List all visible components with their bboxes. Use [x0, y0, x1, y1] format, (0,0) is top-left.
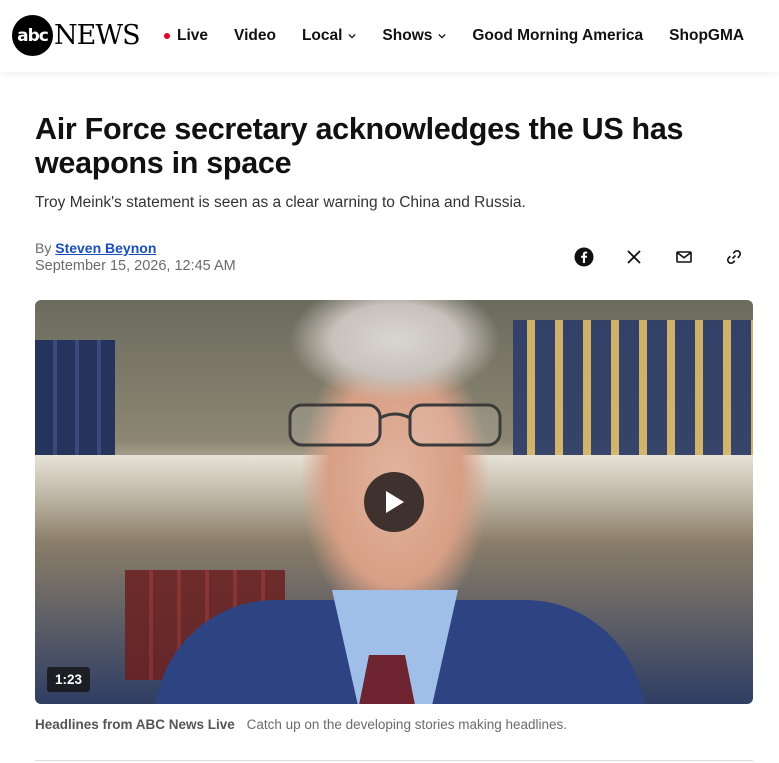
nav-item-label: Live: [177, 27, 209, 44]
site-header: abc NEWS Live Video Local Shows Good Mor…: [0, 0, 779, 72]
byline-prefix: By: [35, 240, 52, 256]
nav-item-label: Local: [301, 27, 343, 44]
share-email-button[interactable]: [673, 246, 695, 268]
nav-item-shopgma[interactable]: ShopGMA: [669, 27, 744, 45]
divider: [35, 760, 753, 761]
article-dek: Troy Meink's statement is seen as a clea…: [35, 194, 526, 211]
link-icon: [726, 249, 742, 265]
video-caption-text: Catch up on the developing stories makin…: [246, 717, 568, 732]
nav-item-video[interactable]: Video: [234, 27, 276, 45]
nav-item-live[interactable]: Live: [164, 27, 208, 45]
nav-item-label: Shows: [382, 27, 433, 44]
play-icon: [386, 491, 404, 513]
live-dot-icon: [164, 33, 170, 39]
news-wordmark: NEWS: [54, 20, 141, 51]
nav-item-local[interactable]: Local: [301, 27, 357, 45]
author-link[interactable]: Steven Beynon: [55, 240, 156, 256]
nav-item-good-morning-america[interactable]: Good Morning America: [472, 27, 643, 45]
video-caption: Headlines from ABC News Live Catch up on…: [35, 717, 567, 732]
video-caption-source: Headlines from ABC News Live: [35, 717, 235, 732]
mail-icon: [676, 251, 692, 263]
facebook-icon: [574, 247, 594, 267]
nav-item-shows[interactable]: Shows: [382, 27, 447, 45]
video-thumbnail-subject: [288, 403, 502, 447]
byline: By Steven Beynon: [35, 240, 156, 256]
nav-item-label: Good Morning America: [472, 27, 644, 44]
publish-date: September 15, 2026, 12:45 AM: [35, 258, 236, 274]
abc-news-logo[interactable]: abc NEWS: [12, 15, 141, 56]
chevron-down-icon: [438, 33, 447, 39]
chevron-down-icon: [348, 33, 357, 39]
video-thumbnail-background: [513, 320, 753, 460]
video-duration-badge: 1:23: [47, 667, 91, 692]
main-nav: Live Video Local Shows Good Morning Amer…: [164, 0, 770, 72]
nav-item-label: Video: [234, 27, 276, 44]
video-thumbnail-background: [35, 340, 115, 460]
abc-logo-circle: abc: [12, 15, 53, 56]
share-facebook-button[interactable]: [573, 246, 595, 268]
nav-item-label: ShopGMA: [669, 27, 745, 44]
video-player[interactable]: 1:23: [35, 300, 753, 704]
copy-link-button[interactable]: [723, 246, 745, 268]
play-button[interactable]: [364, 472, 424, 532]
article-headline: Air Force secretary acknowledges the US …: [35, 112, 684, 180]
x-icon: [627, 250, 641, 264]
share-x-button[interactable]: [623, 246, 645, 268]
